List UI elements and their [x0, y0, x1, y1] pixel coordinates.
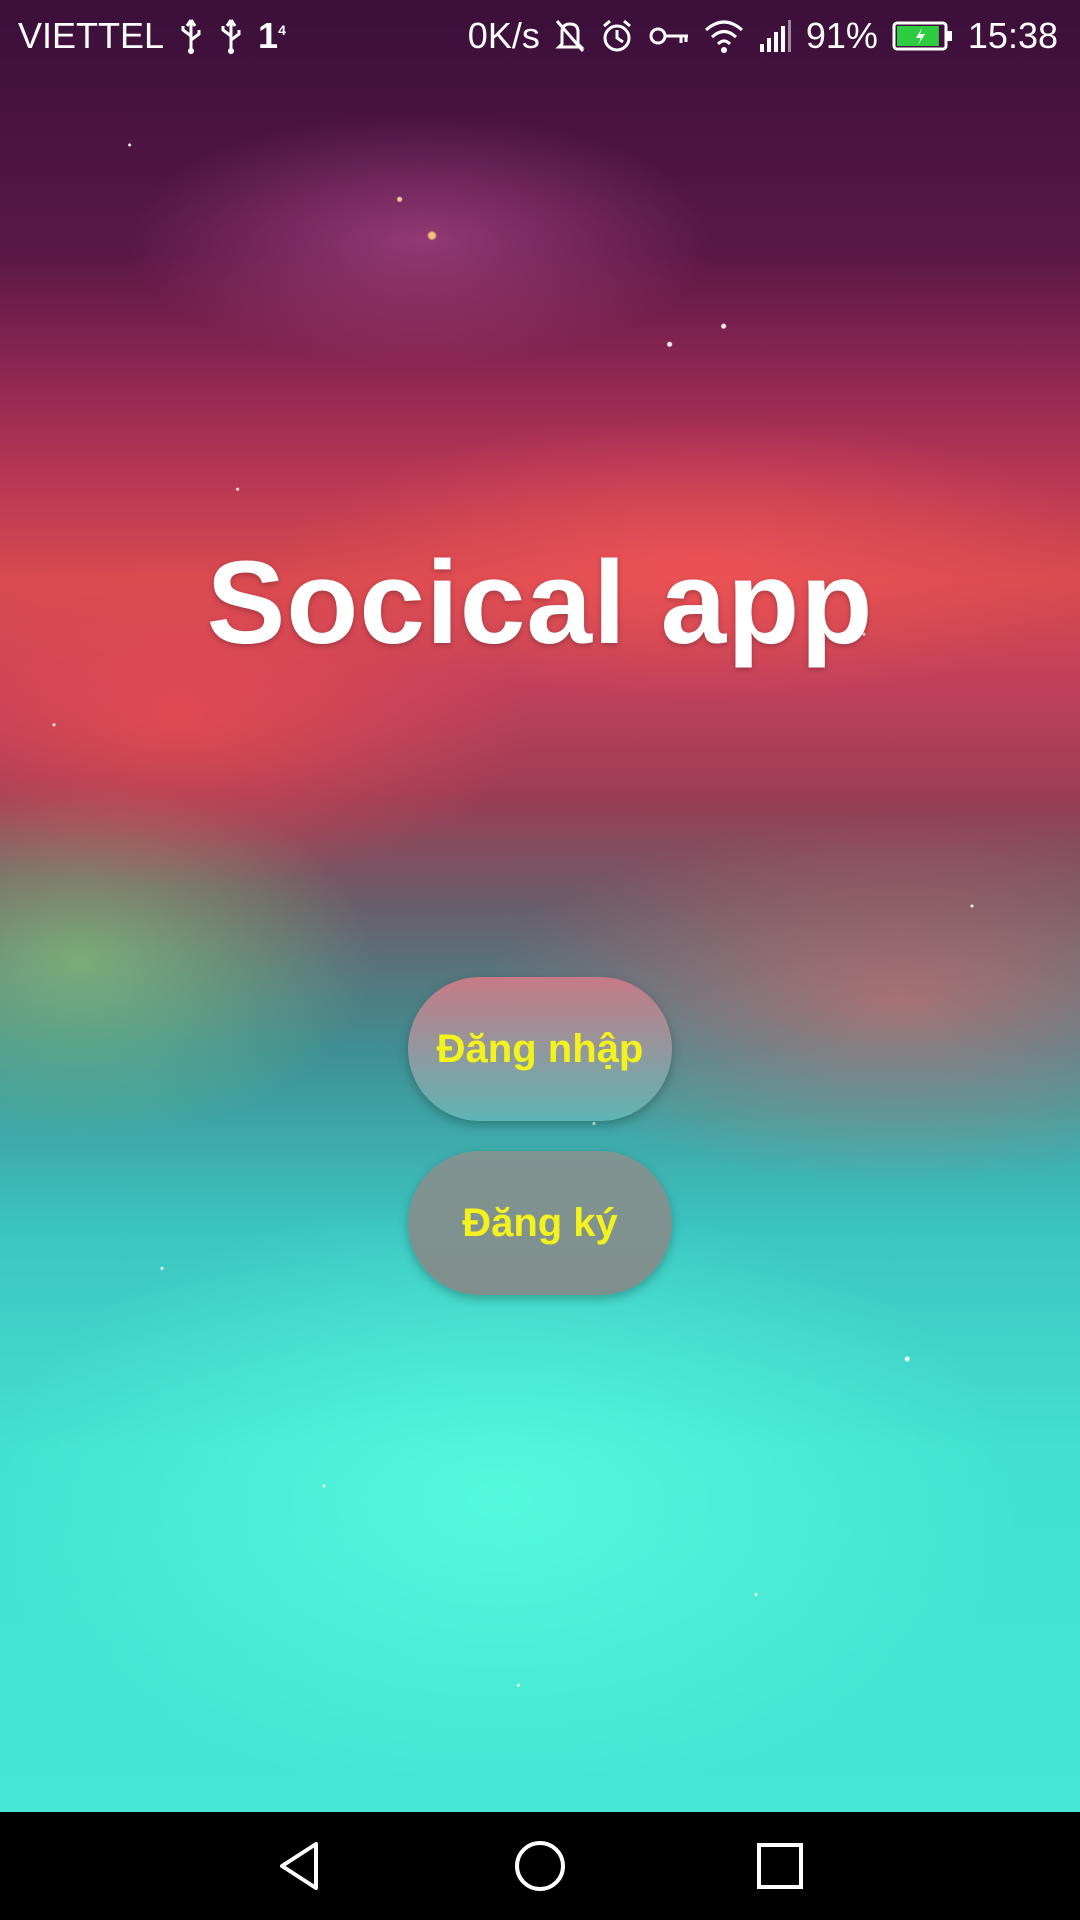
carrier-name: VIETTEL	[18, 15, 165, 56]
wifi-icon	[704, 18, 744, 54]
status-left: VIETTEL 14	[18, 15, 286, 57]
home-icon[interactable]	[510, 1836, 570, 1896]
network-badge: 14	[258, 15, 286, 57]
navigation-bar	[0, 1812, 1080, 1920]
signal-icon	[758, 18, 792, 54]
battery-percent: 91%	[805, 15, 878, 56]
network-badge-number: 1	[258, 15, 279, 56]
network-speed: 0K/s	[467, 15, 540, 56]
usb-debug-icon	[218, 18, 244, 54]
recents-icon[interactable]	[750, 1836, 810, 1896]
star-overlay	[0, 0, 1080, 1812]
back-icon[interactable]	[270, 1836, 330, 1896]
app-screen: VIETTEL 14 0K/s 91% 15:38 Socical app Đă…	[0, 0, 1080, 1920]
usb-icon	[178, 18, 204, 54]
vpn-key-icon	[648, 18, 690, 54]
status-bar: VIETTEL 14 0K/s 91% 15:38	[0, 0, 1080, 72]
clock-time: 15:38	[967, 15, 1058, 56]
login-button[interactable]: Đăng nhập	[408, 977, 672, 1121]
register-button[interactable]: Đăng ký	[408, 1151, 672, 1295]
status-right: 0K/s 91% 15:38	[468, 15, 1058, 57]
alarm-icon	[600, 18, 634, 54]
app-title: Socical app	[206, 537, 874, 669]
mute-icon	[554, 18, 586, 54]
battery-icon	[892, 20, 954, 52]
network-badge-sup: 4	[278, 22, 286, 38]
